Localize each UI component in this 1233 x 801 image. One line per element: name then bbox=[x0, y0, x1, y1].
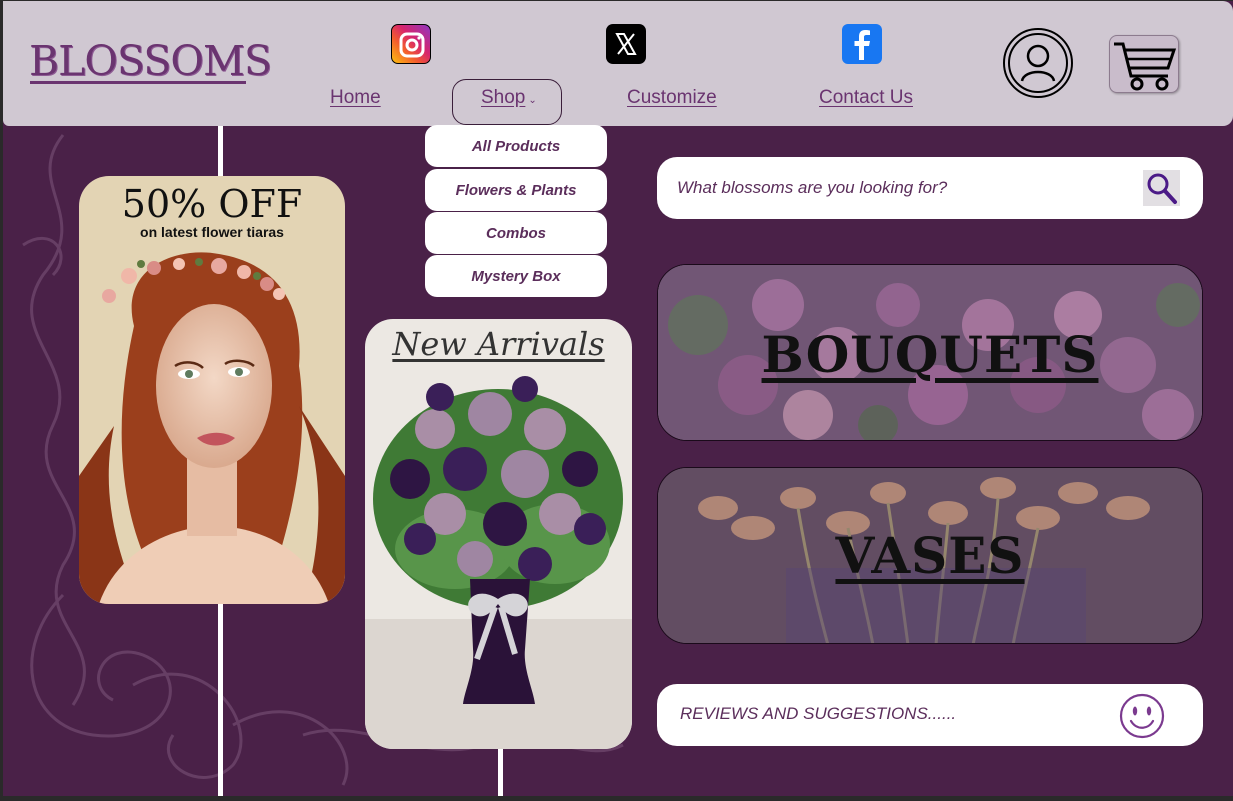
reviews-label: REVIEWS AND SUGGESTIONS...... bbox=[680, 704, 957, 723]
nav-shop[interactable]: Shop ⌄ bbox=[481, 87, 537, 109]
instagram-icon[interactable] bbox=[391, 24, 431, 64]
menu-item-flowers-plants[interactable]: Flowers & Plants bbox=[425, 169, 607, 211]
menu-item-combos[interactable]: Combos bbox=[425, 212, 607, 254]
menu-item-mystery-box[interactable]: Mystery Box bbox=[425, 255, 607, 297]
promo-image bbox=[79, 252, 345, 604]
divider-left bbox=[218, 125, 223, 176]
new-arrivals-title: New Arrivals bbox=[392, 325, 605, 363]
logo-underline bbox=[30, 81, 246, 84]
cart-icon[interactable] bbox=[1109, 35, 1179, 93]
promo-subtitle: on latest flower tiaras bbox=[140, 224, 284, 240]
search-bar bbox=[657, 157, 1203, 219]
promo-card[interactable]: 50% OFF on latest flower tiaras bbox=[79, 176, 345, 604]
smiley-icon bbox=[1119, 693, 1165, 739]
app-window: BLOSSOMS Home Shop ⌄ Customize Contact Us bbox=[3, 1, 1233, 796]
category-vases[interactable]: VASES bbox=[657, 467, 1203, 644]
promo-title: 50% OFF bbox=[121, 182, 303, 226]
category-bouquets[interactable]: BOUQUETS bbox=[657, 264, 1203, 441]
x-icon[interactable] bbox=[606, 24, 646, 64]
nav-customize[interactable]: Customize bbox=[627, 87, 717, 109]
nav-contact-us[interactable]: Contact Us bbox=[819, 87, 913, 109]
divider-center-lower bbox=[498, 748, 503, 796]
facebook-icon[interactable] bbox=[842, 24, 882, 64]
reviews-button[interactable]: REVIEWS AND SUGGESTIONS...... bbox=[657, 684, 1203, 746]
chevron-down-icon: ⌄ bbox=[528, 95, 537, 106]
menu-item-all-products[interactable]: All Products bbox=[425, 125, 607, 167]
category-bouquets-label: BOUQUETS bbox=[761, 325, 1099, 384]
divider-left-lower bbox=[218, 604, 223, 796]
category-vases-label: VASES bbox=[835, 526, 1025, 585]
search-icon[interactable] bbox=[1143, 170, 1180, 206]
search-input[interactable] bbox=[677, 171, 1117, 205]
new-arrivals-card[interactable]: New Arrivals bbox=[365, 319, 632, 749]
nav-shop-label: Shop bbox=[481, 87, 526, 108]
new-arrivals-image bbox=[365, 376, 632, 749]
user-icon[interactable] bbox=[1003, 28, 1073, 98]
nav-home[interactable]: Home bbox=[330, 87, 381, 109]
site-header: BLOSSOMS Home Shop ⌄ Customize Contact Us bbox=[3, 1, 1233, 126]
site-logo[interactable]: BLOSSOMS bbox=[29, 37, 272, 85]
